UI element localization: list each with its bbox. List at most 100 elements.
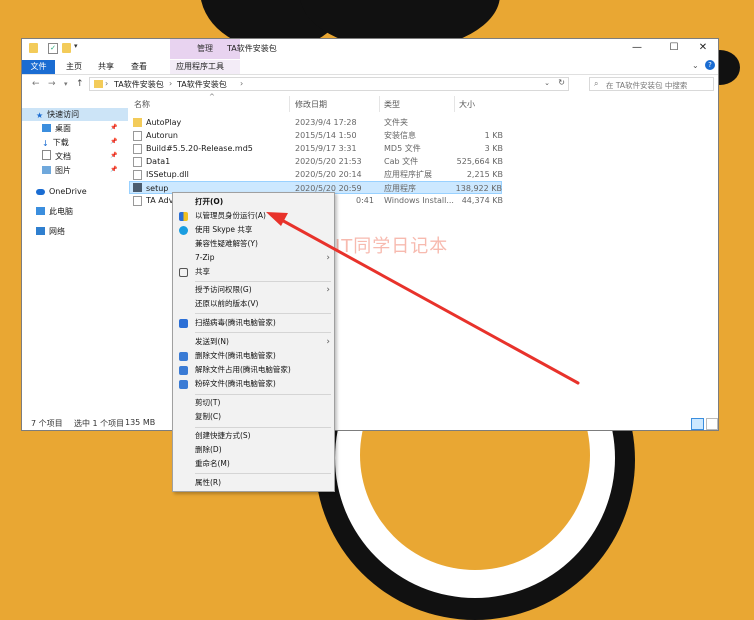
details-view-icon[interactable] [691,418,704,430]
file-row[interactable]: Data1 2020/5/20 21:53 Cab 文件 525,664 KB [129,155,503,168]
customize-toolbar-icon[interactable]: ▾ [74,42,83,52]
nav-item-label: 此电脑 [49,207,73,216]
address-row: ← → ▾ ↑ › TA软件安装包 › TA软件安装包 › ⌄ ↻ ⌕ 在 TA… [22,75,718,95]
nav-item-pictures[interactable]: 图片 [42,164,71,177]
installer-icon [133,196,142,206]
chevron-right-icon[interactable]: › [169,79,172,88]
forward-arrow-icon[interactable]: → [48,79,56,89]
column-divider[interactable] [289,96,290,112]
pin-icon: 📌 [110,124,118,131]
nav-item-this-pc[interactable]: 此电脑 [36,205,73,218]
help-icon[interactable]: ? [705,60,715,70]
menu-item-compatibility[interactable]: 兼容性疑难解答(Y) [173,237,334,251]
menu-item-open[interactable]: 打开(O) [173,195,334,209]
folder-icon [133,118,142,127]
menu-item-grant-access[interactable]: 授予访问权限(G) › [173,283,334,297]
search-placeholder: 在 TA软件安装包 中搜索 [606,81,688,90]
menu-item-rename[interactable]: 重命名(M) [173,457,334,471]
up-arrow-icon[interactable]: ↑ [76,79,84,89]
nav-item-documents[interactable]: 文档 [42,150,71,163]
tab-view[interactable]: 查看 [125,60,153,74]
file-row[interactable]: Build#5.5.20-Release.md5 2015/9/17 3:31 … [129,142,503,155]
file-row[interactable]: ISSetup.dll 2020/5/20 20:14 应用程序扩展 2,215… [129,168,503,181]
settings-file-icon [133,131,142,141]
menu-item-delete[interactable]: 删除(D) [173,443,334,457]
menu-item-properties[interactable]: 属性(R) [173,476,334,490]
column-header-name[interactable]: 名称 [134,99,150,110]
picture-icon [42,166,51,174]
tab-application-tools[interactable]: 应用程序工具 [170,60,240,74]
nav-item-downloads[interactable]: ↓ 下载 [42,136,69,149]
computer-icon [36,207,45,215]
pin-icon: 📌 [110,152,118,159]
column-header-type[interactable]: 类型 [384,99,400,110]
chevron-right-icon: › [326,337,330,347]
menu-item-copy[interactable]: 复制(C) [173,410,334,424]
skype-icon [179,226,188,235]
pin-icon: 📌 [110,166,118,173]
download-icon: ↓ [42,139,49,148]
nav-item-label: 桌面 [55,124,71,133]
menu-item-create-shortcut[interactable]: 创建快捷方式(S) [173,429,334,443]
tencent-shield-icon [179,319,188,328]
selected-count: 选中 1 个项目 [74,419,125,428]
new-folder-icon[interactable] [62,43,71,53]
column-header-size[interactable]: 大小 [459,99,475,110]
menu-item-skype-share[interactable]: 使用 Skype 共享 [173,223,334,237]
large-icons-view-icon[interactable] [706,418,718,430]
navigation-pane: ★ 快速访问 桌面 📌 ↓ 下载 📌 文档 📌 图片 📌 OneDrive 此电脑 … [22,96,128,412]
column-header-date[interactable]: 修改日期 [295,99,327,110]
search-input[interactable]: ⌕ 在 TA软件安装包 中搜索 [589,77,714,91]
close-button[interactable]: ✕ [688,41,718,55]
menu-item-cut[interactable]: 剪切(T) [173,396,334,410]
expand-ribbon-icon[interactable]: ⌄ [692,61,699,70]
title-bar: ✓ ▾ 管理 TA软件安装包 — ☐ ✕ [22,39,718,59]
network-icon [36,227,45,235]
menu-item-7zip[interactable]: 7-Zip › [173,251,334,265]
menu-item-unlock-file[interactable]: 解除文件占用(腾讯电脑管家) [173,363,334,377]
menu-item-shred-file[interactable]: 粉碎文件(腾讯电脑管家) [173,377,334,391]
archive-icon [133,157,142,167]
recent-locations-icon[interactable]: ▾ [64,80,68,88]
breadcrumb-item[interactable]: TA软件安装包 [114,79,164,90]
desktop-icon [42,124,51,132]
nav-item-desktop[interactable]: 桌面 [42,122,71,135]
properties-icon[interactable]: ✓ [48,43,58,54]
nav-item-network[interactable]: 网络 [36,225,65,238]
unlock-icon [179,366,188,375]
nav-item-onedrive[interactable]: OneDrive [36,185,87,198]
nav-item-quick-access[interactable]: ★ 快速访问 [22,108,128,121]
breadcrumb-item[interactable]: TA软件安装包 [177,79,227,90]
star-icon: ★ [36,111,44,120]
minimize-button[interactable]: — [622,41,652,55]
shield-icon [179,212,188,221]
nav-item-label: 网络 [49,227,65,236]
tab-file[interactable]: 文件 [22,60,55,74]
menu-item-restore-versions[interactable]: 还原以前的版本(V) [173,297,334,311]
address-bar[interactable]: › TA软件安装包 › TA软件安装包 › ⌄ ↻ [89,77,569,91]
folder-icon[interactable] [29,43,38,53]
chevron-right-icon[interactable]: › [240,79,243,88]
tab-share[interactable]: 共享 [92,60,120,74]
chevron-down-icon[interactable]: ⌄ [544,79,550,87]
menu-item-scan-virus[interactable]: 扫描病毒(腾讯电脑管家) [173,316,334,330]
file-icon [133,144,142,154]
menu-item-run-as-admin[interactable]: 以管理员身份运行(A) [173,209,334,223]
nav-item-label: 文档 [55,152,71,161]
refresh-icon[interactable]: ↻ [558,78,565,87]
chevron-right-icon[interactable]: › [105,79,108,88]
menu-item-send-to[interactable]: 发送到(N) › [173,335,334,349]
column-divider[interactable] [454,96,455,112]
app-icon [133,183,142,192]
column-divider[interactable] [379,96,380,112]
context-menu: 打开(O) 以管理员身份运行(A) 使用 Skype 共享 兼容性疑难解答(Y)… [172,192,335,492]
back-arrow-icon[interactable]: ← [32,79,40,89]
maximize-button[interactable]: ☐ [659,41,689,55]
file-row[interactable]: AutoPlay 2023/9/4 17:28 文件夹 [129,116,502,129]
watermark-text: IT同学日记本 [335,236,449,257]
menu-item-share[interactable]: 共享 [173,265,334,279]
menu-item-delete-file-tencent[interactable]: 删除文件(腾讯电脑管家) [173,349,334,363]
file-row[interactable]: Autorun 2015/5/14 1:50 安装信息 1 KB [129,129,503,142]
ribbon: 文件 主页 共享 查看 应用程序工具 ⌄ ? [22,59,718,75]
tab-home[interactable]: 主页 [60,60,88,74]
